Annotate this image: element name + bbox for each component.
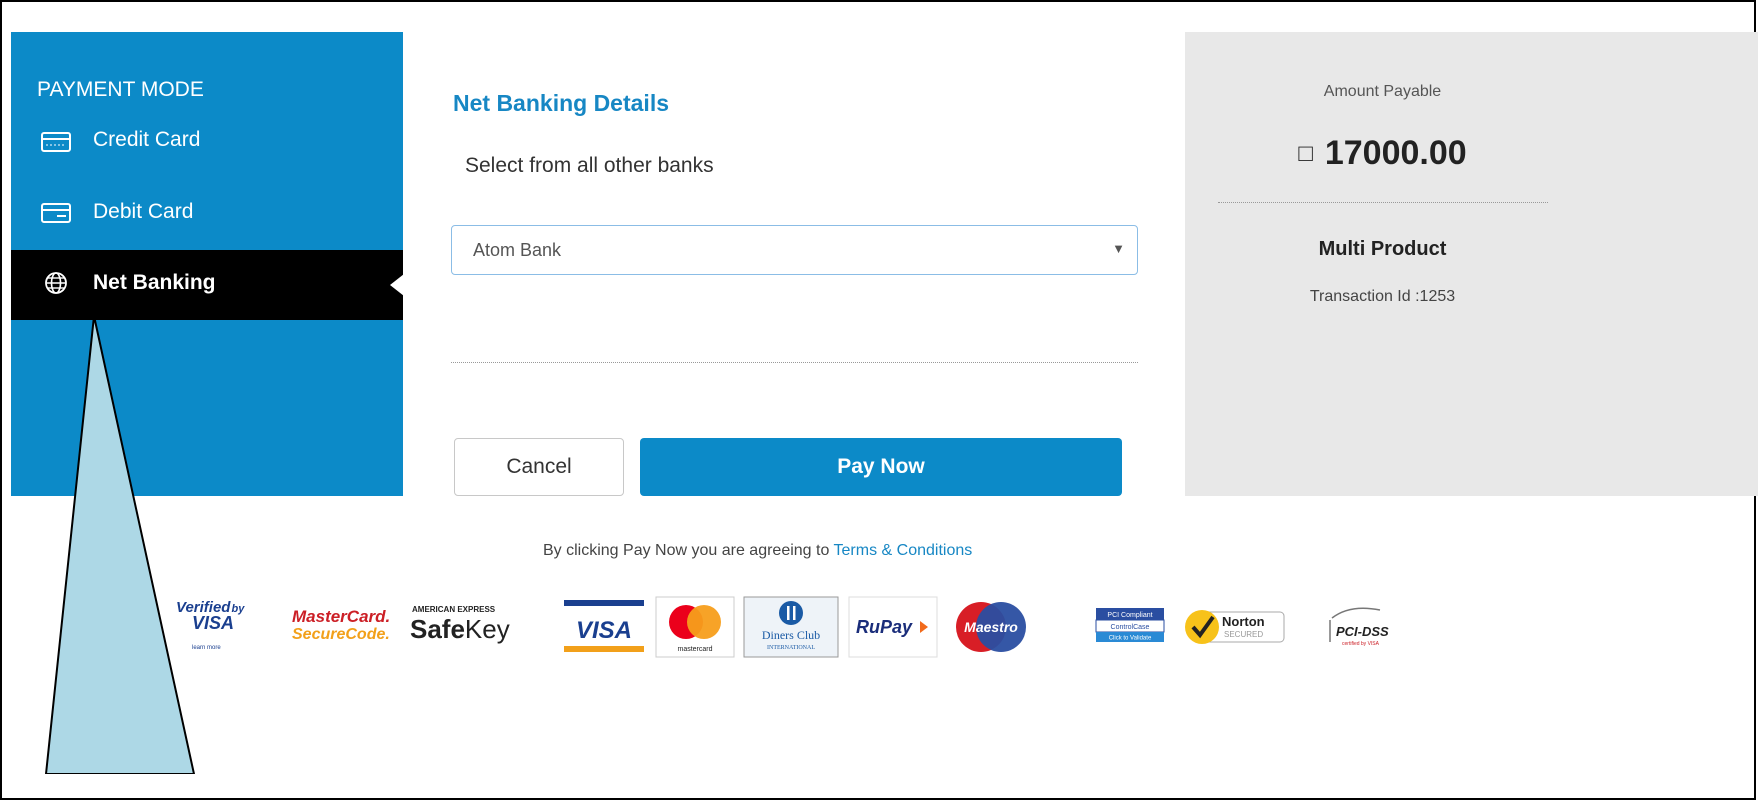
callout-pointer [44, 315, 196, 774]
